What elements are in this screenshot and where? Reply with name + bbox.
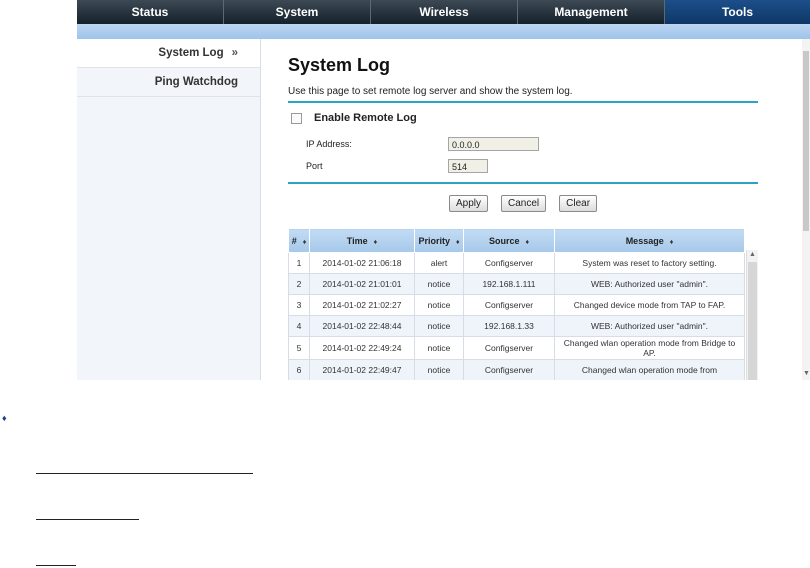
- column-header-message[interactable]: Message ♦: [554, 228, 745, 253]
- port-row: Port 514: [288, 155, 758, 177]
- tab-management[interactable]: Management: [518, 0, 665, 24]
- cell-source: Configserver: [463, 294, 555, 316]
- cell-number: 4: [288, 315, 310, 337]
- tab-status[interactable]: Status: [77, 0, 224, 24]
- scroll-down-icon[interactable]: ▼: [803, 370, 810, 377]
- underline-line-3: [36, 565, 76, 566]
- divider: [288, 182, 758, 184]
- column-header-time[interactable]: Time ♦: [309, 228, 415, 253]
- tab-system[interactable]: System: [224, 0, 371, 24]
- table-row: 3 2014-01-02 21:02:27 notice Configserve…: [288, 294, 745, 316]
- sort-icon: ♦: [525, 238, 530, 246]
- cell-message: Changed wlan operation mode from: [554, 359, 745, 380]
- cell-source: Configserver: [463, 252, 555, 274]
- cell-number: 2: [288, 273, 310, 295]
- router-admin-screenshot: Status System Wireless Management Tools …: [77, 0, 810, 380]
- cell-number: 5: [288, 336, 310, 360]
- page-scrollbar-thumb[interactable]: [803, 51, 809, 231]
- bullet-icon: ♦: [2, 413, 7, 423]
- cell-message: System was reset to factory setting.: [554, 252, 745, 274]
- cell-source: Configserver: [463, 336, 555, 360]
- table-row: 1 2014-01-02 21:06:18 alert Configserver…: [288, 252, 745, 274]
- page-scrollbar[interactable]: ▼: [802, 39, 810, 380]
- system-log-table: # ♦ Time ♦ Priority ♦ Source ♦ Message ♦ 1 20…: [288, 228, 758, 380]
- divider: [288, 101, 758, 103]
- tab-wireless[interactable]: Wireless: [371, 0, 518, 24]
- cell-priority: notice: [414, 294, 464, 316]
- ip-address-input[interactable]: 0.0.0.0: [448, 137, 539, 151]
- ip-address-row: IP Address: 0.0.0.0: [288, 133, 758, 155]
- enable-remote-log-label: Enable Remote Log: [314, 112, 417, 124]
- cell-source: 192.168.1.111: [463, 273, 555, 295]
- page-description: Use this page to set remote log server a…: [288, 86, 573, 97]
- cell-time: 2014-01-02 22:49:24: [309, 336, 415, 360]
- sub-navigation-bar: [77, 24, 810, 39]
- sidebar-item-system-log[interactable]: System Log »: [77, 39, 260, 68]
- cell-number: 1: [288, 252, 310, 274]
- enable-remote-log-checkbox[interactable]: [291, 112, 302, 124]
- table-scrollbar-thumb[interactable]: [748, 262, 757, 380]
- tab-tools[interactable]: Tools: [665, 0, 810, 24]
- button-row: Apply Cancel Clear: [288, 193, 758, 213]
- cell-priority: notice: [414, 359, 464, 380]
- table-row: 2 2014-01-02 21:01:01 notice 192.168.1.1…: [288, 273, 745, 295]
- log-table: # ♦ Time ♦ Priority ♦ Source ♦ Message ♦ 1 20…: [288, 228, 745, 380]
- port-input[interactable]: 514: [448, 159, 488, 173]
- cell-priority: alert: [414, 252, 464, 274]
- column-header-source[interactable]: Source ♦: [463, 228, 555, 253]
- cell-time: 2014-01-02 22:48:44: [309, 315, 415, 337]
- apply-button[interactable]: Apply: [448, 194, 488, 212]
- scroll-up-icon[interactable]: ▲: [749, 251, 756, 258]
- cell-message: Changed device mode from TAP to FAP.: [554, 294, 745, 316]
- underline-line-1: [36, 473, 253, 474]
- double-chevron-right-icon: »: [231, 47, 238, 59]
- sort-icon: ♦: [302, 238, 307, 246]
- column-header-priority[interactable]: Priority ♦: [414, 228, 464, 253]
- cell-time: 2014-01-02 21:01:01: [309, 273, 415, 295]
- column-header-number[interactable]: # ♦: [288, 228, 310, 253]
- clear-button[interactable]: Clear: [559, 194, 598, 212]
- cell-message: WEB: Authorized user "admin".: [554, 315, 745, 337]
- enable-remote-log-row: Enable Remote Log: [288, 108, 758, 128]
- sidebar-item-label: Ping Watchdog: [154, 76, 238, 88]
- port-label: Port: [306, 161, 323, 171]
- table-row: 6 2014-01-02 22:49:47 notice Configserve…: [288, 359, 745, 380]
- cell-message: WEB: Authorized user "admin".: [554, 273, 745, 295]
- cell-time: 2014-01-02 21:06:18: [309, 252, 415, 274]
- cancel-button[interactable]: Cancel: [500, 194, 547, 212]
- cell-priority: notice: [414, 336, 464, 360]
- page-title: System Log: [288, 55, 391, 75]
- sidebar: System Log » Ping Watchdog: [77, 39, 261, 380]
- ip-address-label: IP Address:: [306, 139, 352, 149]
- cell-time: 2014-01-02 22:49:47: [309, 359, 415, 380]
- sort-icon: ♦: [373, 238, 378, 246]
- cell-number: 6: [288, 359, 310, 380]
- cell-number: 3: [288, 294, 310, 316]
- table-row: 4 2014-01-02 22:48:44 notice 192.168.1.3…: [288, 315, 745, 337]
- cell-message: Changed wlan operation mode from Bridge …: [554, 336, 745, 360]
- sort-icon: ♦: [455, 238, 460, 246]
- sidebar-item-ping-watchdog[interactable]: Ping Watchdog: [77, 68, 260, 97]
- sort-icon: ♦: [669, 238, 674, 246]
- cell-source: 192.168.1.33: [463, 315, 555, 337]
- main-content: System Log Use this page to set remote l…: [288, 52, 758, 380]
- table-row: 5 2014-01-02 22:49:24 notice Configserve…: [288, 336, 745, 360]
- cell-time: 2014-01-02 21:02:27: [309, 294, 415, 316]
- underline-line-2: [36, 519, 139, 520]
- cell-source: Configserver: [463, 359, 555, 380]
- sidebar-item-label: System Log: [158, 47, 224, 59]
- table-scrollbar[interactable]: ▲: [746, 250, 758, 380]
- cell-priority: notice: [414, 273, 464, 295]
- top-navigation: Status System Wireless Management Tools: [77, 0, 810, 24]
- cell-priority: notice: [414, 315, 464, 337]
